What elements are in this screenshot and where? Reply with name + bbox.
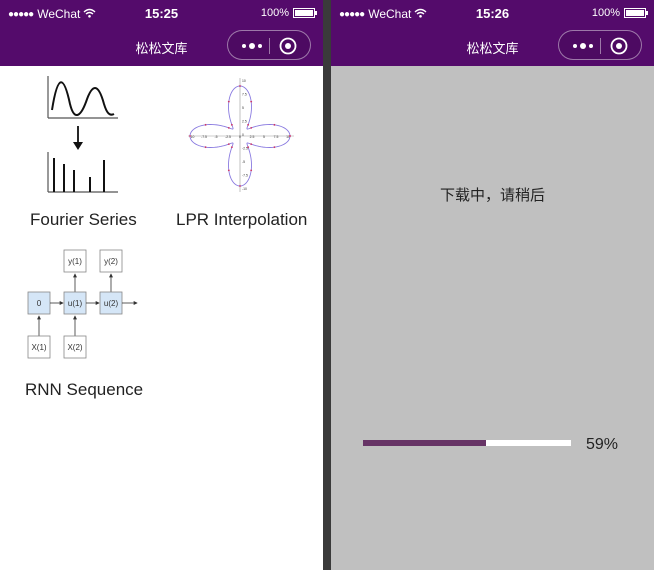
battery-icon (624, 8, 648, 18)
nav-bar: 松松文库 (0, 28, 323, 66)
close-circle-icon (610, 37, 628, 55)
capsule-divider (269, 38, 270, 54)
more-menu-button[interactable] (236, 35, 268, 57)
status-bar: ●●●●● WeChat 15:26 100% (331, 0, 654, 28)
close-mini-program-button[interactable] (279, 37, 297, 55)
nav-bar: 松松文库 (331, 28, 654, 66)
lpr-sample-point (273, 146, 276, 149)
download-progress-fill (363, 440, 486, 446)
phone-screen-library: ●●●●● WeChat 15:25 100% 松松文库 Fourier Ser… (0, 0, 323, 570)
rnn-output-label: y(1) (68, 257, 82, 266)
lpr-y-tick-label: -7.5 (242, 174, 248, 178)
more-menu-button[interactable] (567, 35, 599, 57)
card-label: Fourier Series (30, 210, 137, 229)
lpr-sample-point (250, 126, 253, 129)
phone-screen-downloading: ●●●●● WeChat 15:26 100% 松松文库 下载中，请稍后 59% (331, 0, 654, 570)
lpr-y-tick-label: -10 (242, 187, 247, 191)
card-rnn-sequence[interactable]: y(1) y(2) 0 u(1) u(2) X(1) X(2) RNN Sequ… (0, 236, 162, 406)
lpr-x-tick-label: -7.5 (201, 135, 207, 139)
lpr-x-tick-label: -2.5 (225, 135, 231, 139)
lpr-y-tick-label: -5 (242, 160, 245, 164)
rnn-input-label: X(2) (67, 343, 82, 352)
mini-program-capsule (227, 30, 311, 60)
mini-program-capsule (558, 30, 642, 60)
lpr-y-tick-label: 10 (242, 79, 246, 83)
lpr-sample-point (273, 123, 276, 126)
rnn-init-label: 0 (37, 299, 42, 308)
card-lpr-interpolation[interactable]: -10 -7.5 -5 -2.5 0 2.5 5 7.5 10 10 7.5 5 2.5 0 -2.5 -5… (162, 66, 323, 236)
lpr-x-tick-label: 0 (239, 135, 241, 139)
battery-percent: 100% (591, 7, 620, 19)
lpr-sample-point (227, 143, 230, 146)
lpr-sample-point (239, 185, 241, 187)
lpr-y-tick-label: 5 (242, 106, 244, 110)
rnn-state-label: u(2) (104, 299, 119, 308)
lpr-x-tick-label: -5 (214, 135, 217, 139)
card-label: RNN Sequence (25, 380, 144, 399)
rnn-sequence-diagram-icon: y(1) y(2) 0 u(1) u(2) X(1) X(2) (27, 249, 138, 359)
card-fourier-series[interactable]: Fourier Series (0, 66, 162, 236)
rnn-input-label: X(1) (31, 343, 46, 352)
lpr-sample-point (230, 146, 233, 149)
lpr-sample-point (227, 100, 230, 103)
lpr-sample-point (227, 169, 230, 172)
download-progress-bar (363, 440, 571, 446)
lpr-sample-point (189, 135, 191, 137)
fourier-series-icon (47, 76, 118, 193)
battery-percent: 100% (260, 7, 289, 19)
lpr-sample-point (239, 85, 241, 87)
lpr-sample-point (250, 143, 253, 146)
lpr-sample-point (204, 123, 207, 126)
loading-message: 下载中，请稍后 (439, 187, 545, 204)
lpr-y-tick-label: -2.5 (242, 147, 248, 151)
lpr-sample-point (289, 135, 291, 137)
download-progress-percent: 59% (586, 436, 619, 453)
lpr-sample-point (250, 169, 253, 172)
lpr-y-tick-label: 7.5 (242, 93, 247, 97)
capsule-divider (600, 38, 601, 54)
battery-icon (293, 8, 317, 18)
lpr-y-tick-label: 2.5 (242, 120, 247, 124)
lpr-sample-point (247, 123, 250, 126)
close-mini-program-button[interactable] (610, 37, 628, 55)
status-bar: ●●●●● WeChat 15:25 100% (0, 0, 323, 28)
lpr-sample-point (230, 123, 233, 126)
lpr-x-tick-label: 7.5 (274, 135, 279, 139)
lpr-sample-point (227, 126, 230, 129)
lpr-interpolation-plot-icon: -10 -7.5 -5 -2.5 0 2.5 5 7.5 10 107.552.50-2.5-5… (188, 78, 294, 192)
card-label: LPR Interpolation (176, 210, 308, 229)
rnn-state-label: u(1) (68, 299, 83, 308)
close-circle-icon (279, 37, 297, 55)
lpr-sample-point (204, 146, 207, 149)
rnn-output-label: y(2) (104, 257, 118, 266)
lpr-sample-point (250, 100, 253, 103)
lpr-sample-point (247, 146, 250, 149)
lpr-x-tick-label: 5 (263, 135, 265, 139)
lpr-x-tick-label: 2.5 (250, 135, 255, 139)
lpr-y-tick-label: 0 (242, 133, 244, 137)
